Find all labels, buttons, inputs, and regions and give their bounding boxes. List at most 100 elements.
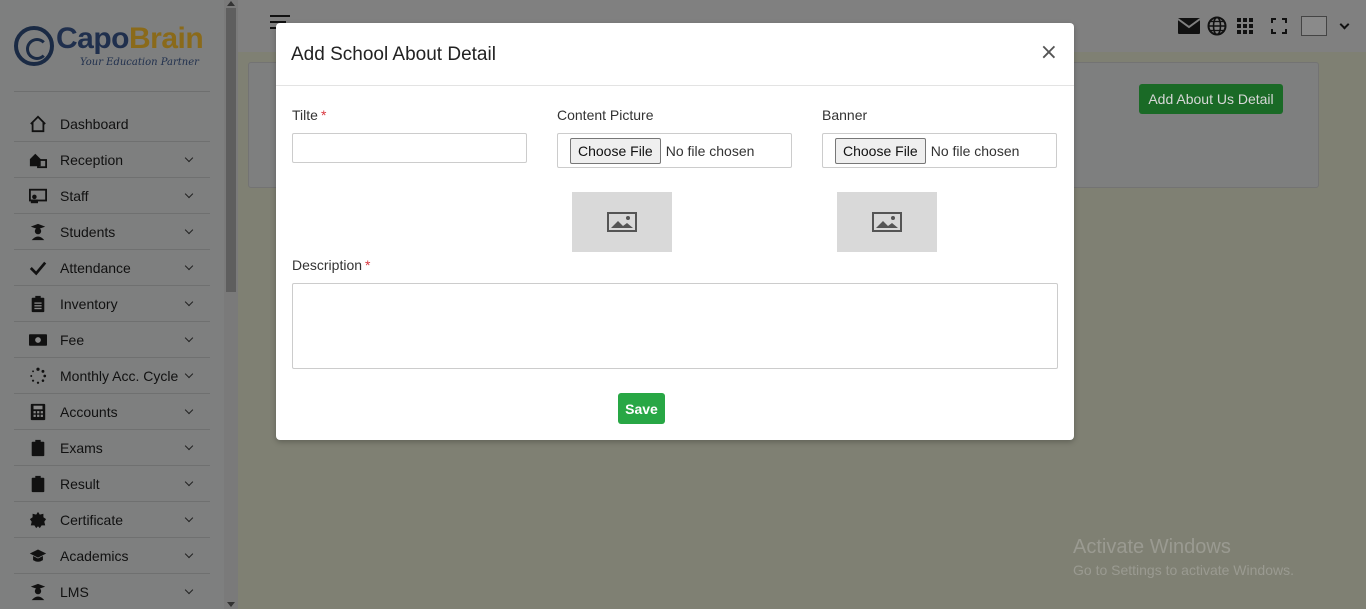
reception-icon <box>28 151 48 169</box>
required-mark: * <box>365 257 371 273</box>
spinner-icon <box>28 367 48 385</box>
close-icon[interactable]: × <box>1040 41 1058 65</box>
sidebar-item-label: Students <box>60 223 116 240</box>
title-input[interactable] <box>292 133 527 163</box>
description-label: Description * <box>292 257 370 273</box>
chevron-down-icon[interactable] <box>1339 19 1350 29</box>
sidebar-item-label: Inventory <box>60 295 118 312</box>
banner-file-input[interactable]: Choose File No file chosen <box>822 133 1057 168</box>
chevron-down-icon <box>184 297 194 307</box>
envelope-icon[interactable] <box>1177 14 1201 38</box>
sidebar-item-monthly-acc-cycle[interactable]: Monthly Acc. Cycle <box>14 358 210 394</box>
add-about-us-button[interactable]: Add About Us Detail <box>1139 84 1283 114</box>
check-icon <box>28 259 48 277</box>
money-icon <box>28 331 48 349</box>
calculator-icon <box>28 403 48 421</box>
watermark-line1: Activate Windows <box>1073 536 1231 558</box>
globe-icon[interactable] <box>1205 14 1229 38</box>
sidebar-item-label: Staff <box>60 187 89 204</box>
sidebar-nav: Dashboard Reception Staff Students Attendanc… <box>14 106 210 609</box>
watermark-line2: Go to Settings to activate Windows. <box>1073 562 1294 578</box>
sidebar-scrollbar[interactable] <box>224 0 238 609</box>
sidebar-item-reception[interactable]: Reception <box>14 142 210 178</box>
scroll-up-icon[interactable] <box>227 1 235 6</box>
chevron-down-icon <box>184 513 194 523</box>
chevron-down-icon <box>184 549 194 559</box>
sidebar-item-label: Academics <box>60 547 129 564</box>
sidebar-item-label: Exams <box>60 439 103 456</box>
graduation-cap-icon <box>28 547 48 565</box>
logo-tagline: Your Education Partner <box>80 57 199 68</box>
chevron-down-icon <box>184 225 194 235</box>
logo-text-part2: Brain <box>129 22 204 55</box>
sidebar-divider <box>14 91 210 92</box>
file-status: No file chosen <box>930 142 1020 159</box>
content-picture-placeholder <box>572 192 672 252</box>
clipboard-list-icon <box>28 295 48 313</box>
sidebar-item-students[interactable]: Students <box>14 214 210 250</box>
title-label: Tilte * <box>292 107 326 123</box>
chevron-down-icon <box>184 405 194 415</box>
chevron-down-icon <box>184 369 194 379</box>
sidebar-item-label: Attendance <box>60 259 131 276</box>
certificate-icon <box>28 511 48 529</box>
sidebar-item-label: Certificate <box>60 511 124 528</box>
choose-file-button[interactable]: Choose File <box>570 137 661 164</box>
chevron-down-icon <box>184 153 194 163</box>
clipboard-icon <box>28 475 48 493</box>
students-icon <box>28 223 48 241</box>
chevron-down-icon <box>184 477 194 487</box>
sidebar-item-inventory[interactable]: Inventory <box>14 286 210 322</box>
description-textarea[interactable] <box>292 283 1058 369</box>
sidebar-item-attendance[interactable]: Attendance <box>14 250 210 286</box>
save-button[interactable]: Save <box>618 393 665 424</box>
teacher-icon <box>28 583 48 601</box>
sidebar-item-staff[interactable]: Staff <box>14 178 210 214</box>
clipboard-icon <box>28 439 48 457</box>
logo[interactable]: CapoBrain Your Education Partner <box>14 22 210 78</box>
sidebar-item-label: Reception <box>60 151 124 168</box>
apps-grid-icon[interactable] <box>1233 14 1257 38</box>
sidebar-item-accounts[interactable]: Accounts <box>14 394 210 430</box>
content-picture-label: Content Picture <box>557 107 654 123</box>
banner-placeholder <box>837 192 937 252</box>
sidebar-item-dashboard[interactable]: Dashboard <box>14 106 210 142</box>
staff-icon <box>28 187 48 205</box>
user-avatar[interactable] <box>1301 16 1327 36</box>
chevron-down-icon <box>184 441 194 451</box>
description-label-text: Description <box>292 257 363 273</box>
banner-label: Banner <box>822 107 868 123</box>
chevron-down-icon <box>184 333 194 343</box>
logo-text-part1: Capo <box>56 22 130 55</box>
choose-file-button[interactable]: Choose File <box>835 137 926 164</box>
sidebar: CapoBrain Your Education Partner Dashboa… <box>0 0 224 609</box>
scroll-down-icon[interactable] <box>227 602 235 607</box>
fullscreen-icon[interactable] <box>1267 14 1291 38</box>
sidebar-item-label: Accounts <box>60 403 118 420</box>
sidebar-item-exams[interactable]: Exams <box>14 430 210 466</box>
modal-title: Add School About Detail <box>291 44 496 65</box>
chevron-down-icon <box>184 585 194 595</box>
windows-activation-watermark: Activate Windows Go to Settings to activ… <box>1073 536 1294 578</box>
sidebar-item-fee[interactable]: Fee <box>14 322 210 358</box>
chevron-down-icon <box>184 261 194 271</box>
sidebar-item-label: LMS <box>60 583 89 600</box>
content-picture-file-input[interactable]: Choose File No file chosen <box>557 133 792 168</box>
sidebar-item-label: Monthly Acc. Cycle <box>60 367 179 384</box>
sidebar-item-certificate[interactable]: Certificate <box>14 502 210 538</box>
sidebar-item-label: Dashboard <box>60 115 129 132</box>
image-icon <box>872 212 902 232</box>
sidebar-item-academics[interactable]: Academics <box>14 538 210 574</box>
chevron-down-icon <box>184 189 194 199</box>
required-mark: * <box>320 107 327 123</box>
file-status: No file chosen <box>665 142 755 159</box>
logo-mark-icon <box>14 26 54 66</box>
topbar-icons <box>1173 14 1366 38</box>
scrollbar-thumb[interactable] <box>226 8 236 292</box>
modal-header: Add School About Detail × <box>276 23 1074 86</box>
add-school-about-modal: Add School About Detail × Tilte * Content… <box>276 23 1074 440</box>
sidebar-item-result[interactable]: Result <box>14 466 210 502</box>
home-icon <box>28 115 48 133</box>
sidebar-item-label: Fee <box>60 331 85 348</box>
sidebar-item-lms[interactable]: LMS <box>14 574 210 609</box>
